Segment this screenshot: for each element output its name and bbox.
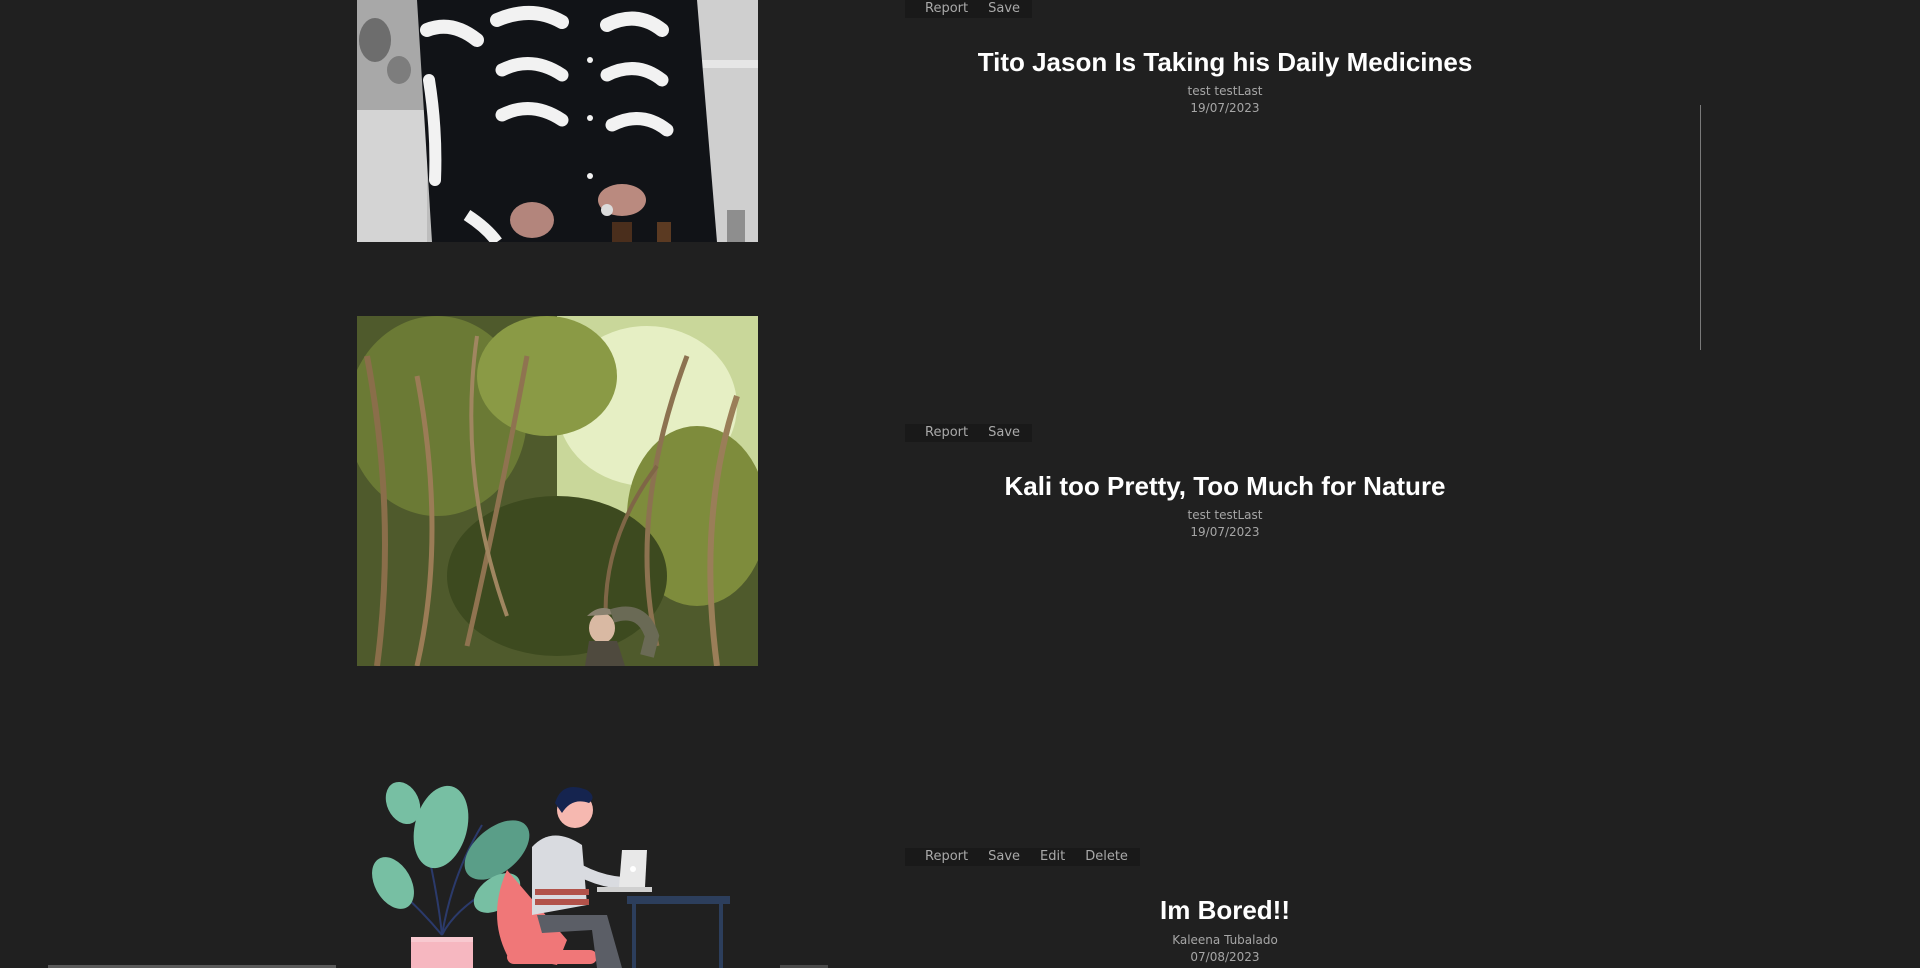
post-actions-bar: Report Save (905, 424, 1033, 442)
report-button[interactable]: Report (925, 848, 968, 866)
post-actions-bar: Report Save (905, 0, 1033, 18)
post-author[interactable]: test testLast (905, 83, 1545, 99)
save-button[interactable]: Save (988, 0, 1020, 18)
edit-button[interactable]: Edit (1040, 848, 1065, 866)
post-date: 19/07/2023 (1190, 101, 1260, 115)
report-button[interactable]: Report (925, 424, 968, 442)
post-date: 07/08/2023 (1190, 950, 1260, 964)
post-date: 19/07/2023 (1190, 525, 1260, 539)
post-image-illustration[interactable] (357, 765, 758, 968)
delete-button[interactable]: Delete (1085, 848, 1128, 866)
feed-page: Report Save Tito Jason Is Taking his Dai… (0, 0, 1920, 968)
post-author[interactable]: test testLast (905, 507, 1545, 523)
post-author[interactable]: Kaleena Tubalado (905, 932, 1545, 948)
save-button[interactable]: Save (988, 848, 1020, 866)
post-image-nature[interactable] (357, 316, 758, 666)
report-button[interactable]: Report (925, 0, 968, 18)
post-actions-bar: Report Save Edit Delete (905, 848, 1140, 866)
post-title[interactable]: Kali too Pretty, Too Much for Nature (905, 471, 1545, 502)
post-title[interactable]: Tito Jason Is Taking his Daily Medicines (905, 47, 1545, 78)
post-image-medicines[interactable] (357, 0, 758, 242)
save-button[interactable]: Save (988, 424, 1020, 442)
vertical-divider (1700, 105, 1701, 350)
post-title[interactable]: Im Bored!! (905, 895, 1545, 926)
